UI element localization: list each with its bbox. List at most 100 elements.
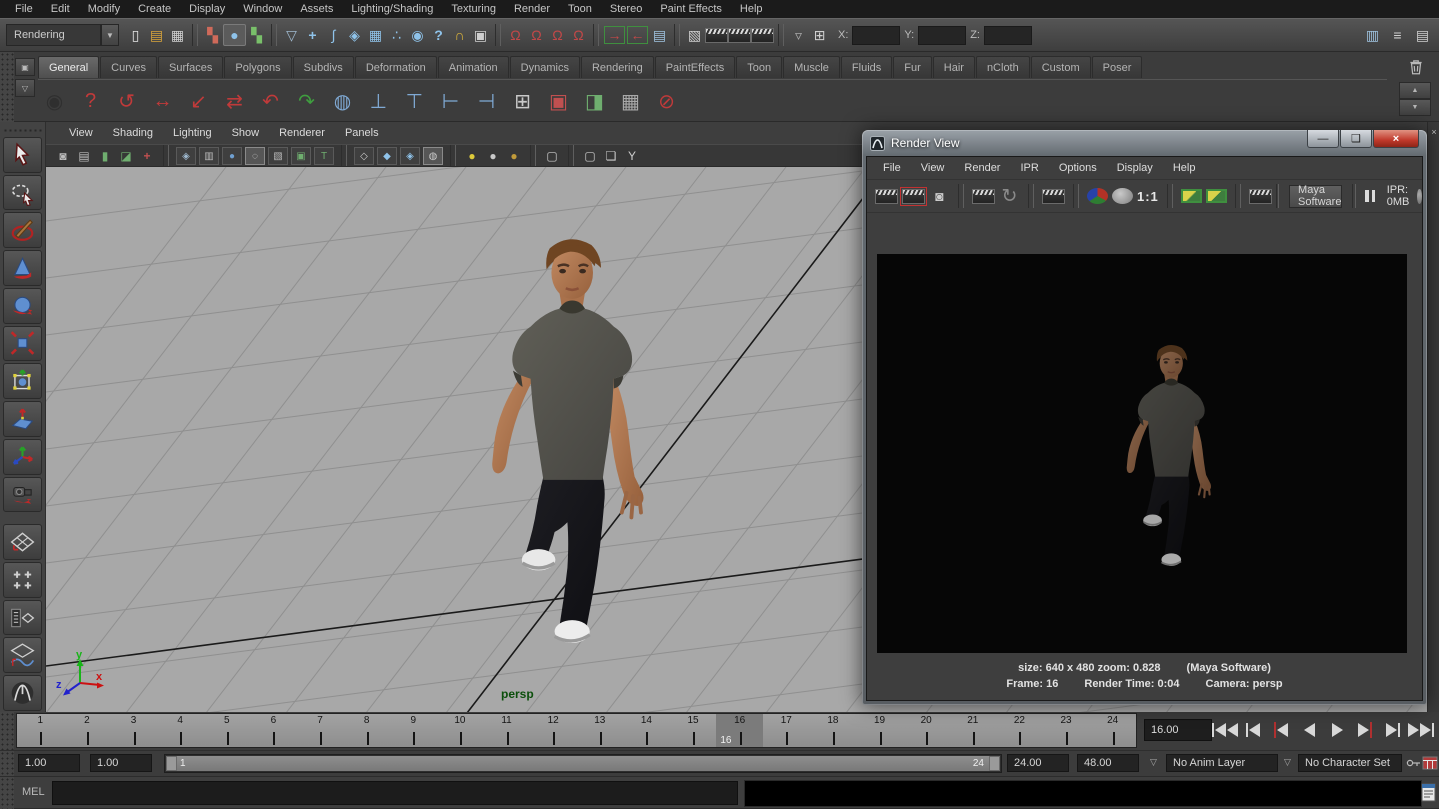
pause-ipr-icon[interactable] (1364, 190, 1377, 202)
snap-magnet-curve-icon[interactable]: Ω (526, 23, 547, 47)
timeline-frame-9[interactable]: 9 (390, 714, 437, 747)
shelf-scroll-up-button[interactable]: ▲ (1399, 82, 1431, 99)
render-view-menu-view[interactable]: View (913, 162, 953, 174)
play-forwards-button[interactable] (1324, 716, 1350, 743)
move-tool[interactable] (3, 250, 42, 286)
flat-light-icon[interactable]: ● (484, 147, 502, 165)
open-scene-icon[interactable]: ▤ (146, 23, 167, 47)
close-icon[interactable]: × (1429, 126, 1439, 138)
menu-set-selector[interactable]: Rendering (6, 24, 101, 46)
graph-pane-layout[interactable] (3, 637, 42, 673)
playback-range-track[interactable]: 1 24 (164, 754, 1002, 773)
image-plane-icon[interactable]: ◪ (117, 147, 135, 165)
animation-start-field[interactable]: 1.00 (18, 754, 80, 772)
menu-edit[interactable]: Edit (42, 3, 79, 15)
shelf-tab-subdivs[interactable]: Subdivs (293, 56, 354, 78)
shelf-tab-polygons[interactable]: Polygons (224, 56, 291, 78)
single-pane-layout[interactable] (3, 524, 42, 560)
multi-pane-icon[interactable]: ❏ (602, 147, 620, 165)
timeline-frame-19[interactable]: 19 (856, 714, 903, 747)
render-view-menu-display[interactable]: Display (1109, 162, 1161, 174)
render-view-menu-render[interactable]: Render (956, 162, 1008, 174)
safe-title-icon[interactable]: ▣ (291, 147, 311, 165)
timeline-frame-10[interactable]: 10 (437, 714, 484, 747)
shelf-tab-surfaces[interactable]: Surfaces (158, 56, 223, 78)
shelf-tab-fur[interactable]: Fur (893, 56, 932, 78)
ungroup-icon[interactable]: ⊤ (398, 85, 431, 118)
default-light-icon[interactable]: ● (505, 147, 523, 165)
panel-menu-renderer[interactable]: Renderer (270, 127, 334, 139)
refresh-ipr-icon[interactable]: ↻ (999, 184, 1020, 208)
z-input[interactable] (984, 26, 1032, 45)
toolbox-grip[interactable] (3, 128, 43, 134)
scale-tool[interactable] (3, 326, 42, 362)
timeline-frame-14[interactable]: 14 (623, 714, 670, 747)
frame-all-icon[interactable]: T (314, 147, 334, 165)
playback-end-field[interactable]: 24.00 (1007, 754, 1069, 772)
new-scene-icon[interactable]: ▯ (125, 23, 146, 47)
shelf-tab-poser[interactable]: Poser (1092, 56, 1143, 78)
channel-box-icon[interactable]: ▥ (1362, 23, 1383, 47)
menu-lighting-shading[interactable]: Lighting/Shading (342, 3, 442, 15)
rgb-channels-icon[interactable] (1087, 188, 1108, 204)
group-icon[interactable]: ⊥ (362, 85, 395, 118)
timeline-frame-23[interactable]: 23 (1043, 714, 1090, 747)
last-tool-used[interactable] (3, 477, 42, 513)
textured-icon[interactable]: ◈ (400, 147, 420, 165)
joints-icon[interactable]: Y (623, 147, 641, 165)
close-button[interactable]: × (1373, 130, 1419, 148)
playback-start-field[interactable]: 1.00 (90, 754, 152, 772)
timeline-frame-24[interactable]: 24 (1089, 714, 1136, 747)
timeline-frame-4[interactable]: 4 (157, 714, 204, 747)
zoom-actual-size-label[interactable]: 1:1 (1137, 184, 1159, 208)
go-to-end-button[interactable] (1408, 716, 1434, 743)
menu-help[interactable]: Help (731, 3, 772, 15)
save-scene-icon[interactable]: ▦ (167, 23, 188, 47)
four-pane-layout[interactable] (3, 562, 42, 598)
step-back-key-button[interactable] (1268, 716, 1294, 743)
camera-zoom-icon[interactable]: ⇄ (218, 85, 251, 118)
snap-points-icon[interactable]: ∴ (386, 23, 407, 47)
menu-modify[interactable]: Modify (79, 3, 129, 15)
anim-layer-dropdown-arrow[interactable]: ▽ (1150, 757, 1157, 768)
shelf-tab-animation[interactable]: Animation (438, 56, 509, 78)
menu-window[interactable]: Window (234, 3, 291, 15)
play-backwards-button[interactable] (1296, 716, 1322, 743)
smooth-shade-icon[interactable]: ◆ (377, 147, 397, 165)
lights-icon[interactable]: ● (463, 147, 481, 165)
step-forward-key-button[interactable] (1352, 716, 1378, 743)
menu-file[interactable]: File (6, 3, 42, 15)
2d-pan-zoom-icon[interactable]: + (138, 147, 156, 165)
timeline-frame-17[interactable]: 17 (763, 714, 810, 747)
shelf-grip[interactable] (0, 52, 14, 122)
x-input[interactable] (852, 26, 900, 45)
camera-tumble-icon[interactable]: ↺ (110, 85, 143, 118)
go-to-start-button[interactable] (1212, 716, 1238, 743)
camera-dolly-icon[interactable]: ↙ (182, 85, 215, 118)
gate-mask-icon[interactable]: ● (222, 147, 242, 165)
shelf-item-menu-button[interactable]: ▣ (15, 58, 35, 76)
select-object-mode-icon[interactable]: ● (223, 24, 246, 46)
unparent-icon[interactable]: ⊣ (470, 85, 503, 118)
script-editor-icon[interactable] (1421, 783, 1436, 802)
timeline-frame-2[interactable]: 2 (64, 714, 111, 747)
display-render-settings-icon[interactable]: ▧ (684, 23, 705, 47)
camera-track-icon[interactable]: ↔ (146, 85, 179, 118)
paint-effects-icon[interactable]: ⊘ (650, 85, 683, 118)
character-model[interactable] (473, 232, 665, 656)
snapshot-icon[interactable]: ◙ (929, 184, 950, 208)
delete-unused-icon[interactable]: ◍ (326, 85, 359, 118)
menu-toon[interactable]: Toon (559, 3, 601, 15)
timeline-frame-11[interactable]: 11 (483, 714, 530, 747)
frame-ruler[interactable]: 1234567891011121314151616171819202122232… (16, 713, 1137, 748)
y-input[interactable] (918, 26, 966, 45)
shelf-scroll-down-button[interactable]: ▼ (1399, 99, 1431, 116)
shelf-tab-curves[interactable]: Curves (100, 56, 157, 78)
camera-attributes-icon[interactable]: ▤ (75, 147, 93, 165)
ipr-render-icon[interactable] (728, 28, 751, 43)
command-feedback-field[interactable] (744, 780, 1422, 807)
shelf-tab-deformation[interactable]: Deformation (355, 56, 437, 78)
range-start-handle[interactable] (166, 756, 177, 771)
help-icon[interactable]: ? (74, 85, 107, 118)
menu-assets[interactable]: Assets (291, 3, 342, 15)
